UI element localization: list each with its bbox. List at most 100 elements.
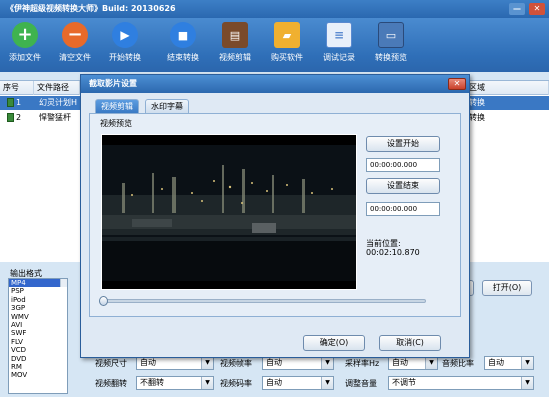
playback-slider[interactable] xyxy=(99,296,426,306)
app-title: 《伊神超级视频转换大师》Build: 20130626 xyxy=(6,4,176,13)
video-edit-label: 视频剪辑 xyxy=(219,53,251,62)
add-file-button[interactable]: + 添加文件 xyxy=(0,22,50,70)
row-index: 2 xyxy=(4,111,21,125)
video-size-value: 自动 xyxy=(140,358,156,367)
ok-button[interactable]: 确定(O) xyxy=(303,335,365,351)
setting-label-video-flip: 视频翻转 xyxy=(95,379,127,388)
setting-label-video-fps: 视频帧率 xyxy=(220,359,252,368)
volume-value: 不调节 xyxy=(392,378,416,387)
setting-label-volume: 调整音量 xyxy=(345,379,377,388)
video-fps-select[interactable]: 自动 ▼ xyxy=(262,356,334,370)
list-item[interactable]: RM xyxy=(9,363,67,371)
minimize-button[interactable]: — xyxy=(509,3,525,15)
add-icon: + xyxy=(12,22,38,48)
preview-group-label: 视频预览 xyxy=(98,118,134,129)
chevron-down-icon: ▼ xyxy=(201,377,213,389)
debug-log-button[interactable]: ≡ 调试记录 xyxy=(314,22,364,70)
tab-watermark[interactable]: 水印字幕 xyxy=(145,99,189,113)
cancel-button[interactable]: 取消(C) xyxy=(379,335,441,351)
list-item[interactable]: 3GP xyxy=(9,304,67,312)
audio-ratio-value: 自动 xyxy=(488,358,504,367)
video-fps-value: 自动 xyxy=(266,358,282,367)
position-value: 00:02:10.870 xyxy=(366,248,420,257)
format-list[interactable]: MP4 PSP iPod 3GP WMV AVI SWF FLV VCD DVD… xyxy=(8,278,68,394)
setting-label-sample-rate: 采样率Hz xyxy=(345,359,380,368)
close-button[interactable]: ✕ xyxy=(529,3,545,15)
row-index: 1 xyxy=(4,96,21,110)
format-list-scrollbar[interactable] xyxy=(60,279,67,288)
setting-label-video-bitrate: 视频码率 xyxy=(220,379,252,388)
clear-files-button[interactable]: − 清空文件 xyxy=(50,22,100,70)
title-bar: 《伊神超级视频转换大师》Build: 20130626 — ✕ xyxy=(0,0,549,18)
slider-thumb[interactable] xyxy=(99,296,108,306)
play-icon: ▶ xyxy=(112,22,138,48)
column-header-area[interactable]: 区域 xyxy=(466,81,549,95)
chevron-down-icon: ▼ xyxy=(201,357,213,369)
video-scene xyxy=(102,145,356,281)
end-time-field[interactable]: 00:00:00.000 xyxy=(366,202,440,216)
start-convert-button[interactable]: ▶ 开始转换 xyxy=(100,22,150,70)
start-time-field[interactable]: 00:00:00.000 xyxy=(366,158,440,172)
debug-log-label: 调试记录 xyxy=(323,53,355,62)
stop-convert-label: 结束转换 xyxy=(167,53,199,62)
minus-icon: − xyxy=(62,22,88,48)
column-header-path[interactable]: 文件路径 xyxy=(34,81,80,95)
sample-rate-select[interactable]: 自动 ▼ xyxy=(388,356,438,370)
list-item[interactable]: WMV xyxy=(9,313,67,321)
chevron-down-icon: ▼ xyxy=(521,357,533,369)
chevron-down-icon: ▼ xyxy=(521,377,533,389)
file-icon xyxy=(7,113,14,122)
list-item[interactable]: VCD xyxy=(9,346,67,354)
list-item[interactable]: MP4 xyxy=(9,279,67,288)
video-preview[interactable] xyxy=(101,134,357,290)
folder-icon: ▰ xyxy=(274,22,300,48)
list-item[interactable]: SWF xyxy=(9,329,67,337)
film-icon: ▤ xyxy=(222,22,248,48)
start-convert-label: 开始转换 xyxy=(109,53,141,62)
audio-ratio-select[interactable]: 自动 ▼ xyxy=(484,356,534,370)
video-preview-group: 视频预览 设置开始 00:00:00.000 设置结束 00:00:00.000… xyxy=(89,113,461,317)
dialog-close-button[interactable]: ✕ xyxy=(448,78,466,90)
video-bitrate-select[interactable]: 自动 ▼ xyxy=(262,376,334,390)
file-icon xyxy=(7,98,14,107)
set-end-button[interactable]: 设置结束 xyxy=(366,178,440,194)
chevron-down-icon: ▼ xyxy=(321,357,333,369)
list-item[interactable]: AVI xyxy=(9,321,67,329)
column-header-index[interactable]: 序号 xyxy=(0,81,34,95)
buy-software-button[interactable]: ▰ 购买软件 xyxy=(262,22,312,70)
video-edit-button[interactable]: ▤ 视频剪辑 xyxy=(210,22,260,70)
document-icon: ≡ xyxy=(326,22,352,48)
clip-settings-dialog: 截取影片设置 ✕ 视频剪辑 水印字幕 视频预览 设置开始 00:00:00.00… xyxy=(80,74,470,358)
list-item[interactable]: FLV xyxy=(9,338,67,346)
row-path: 悍警猛杆 xyxy=(39,113,71,122)
list-item[interactable]: PSP xyxy=(9,287,67,295)
tab-video-edit[interactable]: 视频剪辑 xyxy=(95,99,139,113)
chevron-down-icon: ▼ xyxy=(321,377,333,389)
monitor-icon: ▭ xyxy=(378,22,404,48)
convert-preview-button[interactable]: ▭ 转换预览 xyxy=(366,22,416,70)
clear-files-label: 清空文件 xyxy=(59,53,91,62)
set-start-button[interactable]: 设置开始 xyxy=(366,136,440,152)
add-file-label: 添加文件 xyxy=(9,53,41,62)
open-button[interactable]: 打开(O) xyxy=(482,280,532,296)
row-path: 幻灵计划H xyxy=(39,98,78,107)
convert-preview-label: 转换预览 xyxy=(375,53,407,62)
video-size-select[interactable]: 自动 ▼ xyxy=(136,356,214,370)
video-bitrate-value: 自动 xyxy=(266,378,282,387)
chevron-down-icon: ▼ xyxy=(425,357,437,369)
list-item[interactable]: iPod xyxy=(9,296,67,304)
setting-label-audio-ratio: 音频比率 xyxy=(442,359,474,368)
setting-label-video-size: 视频尺寸 xyxy=(95,359,127,368)
sample-rate-value: 自动 xyxy=(392,358,408,367)
stop-convert-button[interactable]: ■ 结束转换 xyxy=(158,22,208,70)
video-flip-select[interactable]: 不翻转 ▼ xyxy=(136,376,214,390)
buy-software-label: 购买软件 xyxy=(271,53,303,62)
stop-icon: ■ xyxy=(170,22,196,48)
video-flip-value: 不翻转 xyxy=(140,378,164,387)
dialog-title: 截取影片设置 xyxy=(81,75,469,93)
toolbar: + 添加文件 − 清空文件 ▶ 开始转换 ■ 结束转换 ▤ 视频剪辑 ▰ 购买软… xyxy=(0,18,549,72)
video-frame-image xyxy=(102,145,356,281)
list-item[interactable]: DVD xyxy=(9,355,67,363)
volume-select[interactable]: 不调节 ▼ xyxy=(388,376,534,390)
list-item[interactable]: MOV xyxy=(9,371,67,379)
